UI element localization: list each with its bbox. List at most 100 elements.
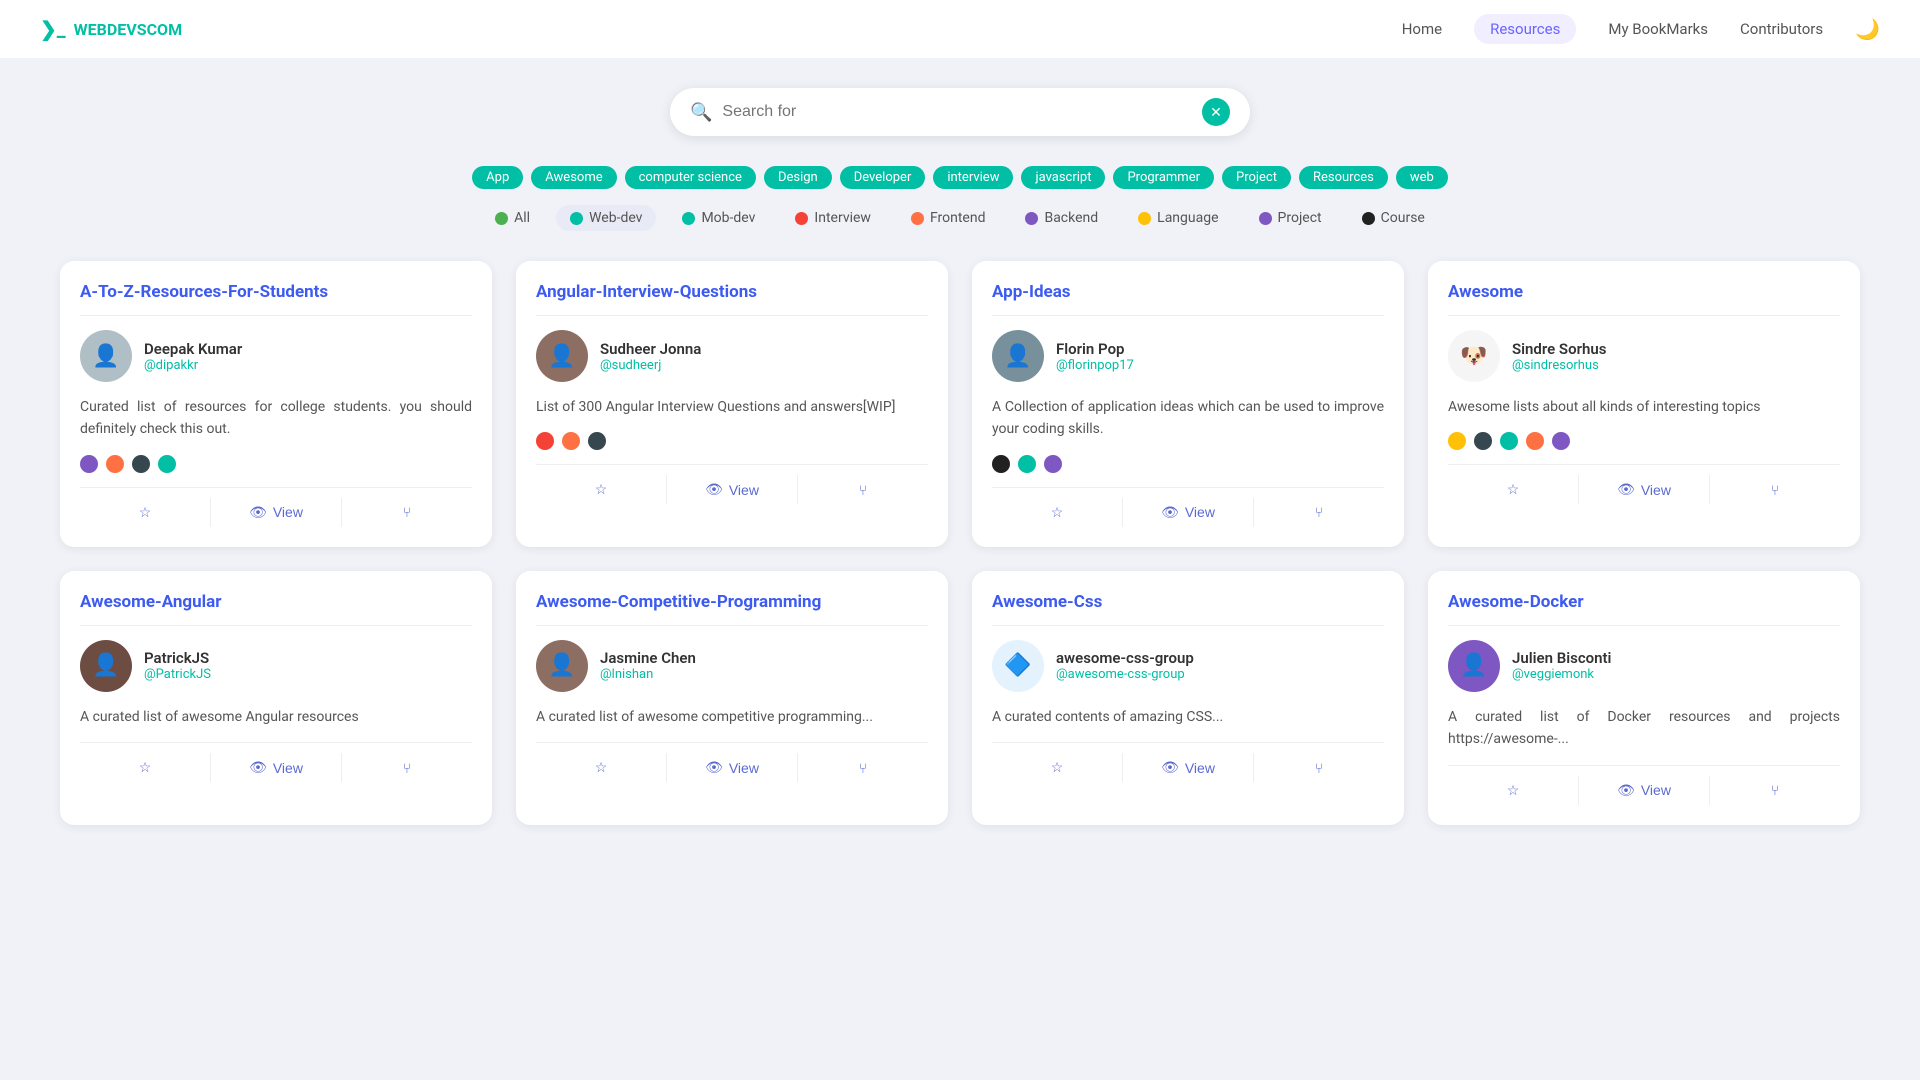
card-tags — [992, 455, 1384, 473]
category-filter-item[interactable]: Frontend — [897, 205, 1000, 231]
view-button[interactable]: 👁 View — [1578, 475, 1710, 504]
resource-card: Awesome-Docker👤Julien Bisconti@veggiemon… — [1428, 571, 1860, 825]
fork-button[interactable]: ⑂ — [342, 754, 472, 782]
nav-contributors[interactable]: Contributors — [1740, 20, 1823, 38]
star-button[interactable]: ☆ — [80, 753, 210, 782]
view-button[interactable]: 👁 View — [210, 498, 342, 527]
tag-color-dot — [1474, 432, 1492, 450]
star-button[interactable]: ☆ — [1448, 776, 1578, 805]
fork-button[interactable]: ⑂ — [1710, 776, 1840, 804]
card-actions: ☆👁 View⑂ — [992, 742, 1384, 782]
category-filter-item[interactable]: Web-dev — [556, 205, 656, 231]
view-label: View — [729, 482, 759, 498]
tag-chip[interactable]: computer science — [625, 166, 756, 189]
tag-color-dot — [106, 455, 124, 473]
view-button[interactable]: 👁 View — [1122, 753, 1254, 782]
tag-color-dot — [1526, 432, 1544, 450]
fork-button[interactable]: ⑂ — [1254, 754, 1384, 782]
card-description: A curated list of awesome Angular resour… — [80, 706, 472, 728]
tag-color-dot — [1448, 432, 1466, 450]
card-title: Awesome-Competitive-Programming — [536, 591, 928, 626]
author-info: awesome-css-group@awesome-css-group — [1056, 649, 1194, 682]
tag-chip[interactable]: Design — [764, 166, 832, 189]
category-label: Language — [1157, 210, 1218, 226]
view-icon: 👁 — [1617, 782, 1635, 799]
fork-button[interactable]: ⑂ — [798, 754, 928, 782]
view-label: View — [1185, 504, 1215, 520]
view-button[interactable]: 👁 View — [1122, 498, 1254, 527]
view-label: View — [273, 504, 303, 520]
card-description: A curated list of awesome competitive pr… — [536, 706, 928, 728]
fork-button[interactable]: ⑂ — [1710, 476, 1840, 504]
fork-button[interactable]: ⑂ — [798, 476, 928, 504]
card-title: Angular-Interview-Questions — [536, 281, 928, 316]
category-filter-item[interactable]: Backend — [1011, 205, 1112, 231]
category-filter-item[interactable]: All — [481, 205, 544, 231]
tag-chip[interactable]: App — [472, 166, 523, 189]
view-button[interactable]: 👁 View — [666, 475, 798, 504]
brand-name: WEBDEVSCOM — [74, 20, 182, 39]
search-input[interactable] — [722, 103, 1192, 121]
tag-chip[interactable]: interview — [933, 166, 1013, 189]
star-button[interactable]: ☆ — [1448, 475, 1578, 504]
star-button[interactable]: ☆ — [536, 475, 666, 504]
nav-resources[interactable]: Resources — [1474, 14, 1576, 44]
resource-card: A-To-Z-Resources-For-Students👤Deepak Kum… — [60, 261, 492, 547]
author-name: Sudheer Jonna — [600, 340, 701, 358]
fork-button[interactable]: ⑂ — [1254, 498, 1384, 526]
view-button[interactable]: 👁 View — [1578, 776, 1710, 805]
tag-chip[interactable]: javascript — [1021, 166, 1105, 189]
fork-button[interactable]: ⑂ — [342, 498, 472, 526]
resource-card: Awesome-Competitive-Programming 👤 Jasmine … — [516, 571, 948, 825]
card-actions: ☆👁 View⑂ — [80, 487, 472, 527]
author-name: Deepak Kumar — [144, 340, 242, 358]
author-info: Deepak Kumar@dipakkr — [144, 340, 242, 373]
resource-card: Awesome🐶Sindre Sorhus@sindresorhusAwesom… — [1428, 261, 1860, 547]
star-button[interactable]: ☆ — [536, 753, 666, 782]
search-clear-button[interactable]: ✕ — [1202, 98, 1230, 126]
tag-chip[interactable]: Awesome — [531, 166, 616, 189]
avatar: 🐶 — [1448, 330, 1500, 382]
category-label: Course — [1381, 210, 1425, 226]
author-handle: @sudheerj — [600, 358, 701, 373]
category-filter-item[interactable]: Language — [1124, 205, 1232, 231]
category-filter-item[interactable]: Interview — [781, 205, 885, 231]
card-actions: ☆👁 View⑂ — [536, 464, 928, 504]
card-title: Awesome-Angular — [80, 591, 472, 626]
avatar: 👤 — [992, 330, 1044, 382]
category-label: Web-dev — [589, 210, 642, 226]
tag-chip[interactable]: Project — [1222, 166, 1291, 189]
card-tags — [80, 455, 472, 473]
view-button[interactable]: 👁 View — [210, 753, 342, 782]
tag-color-dot — [1044, 455, 1062, 473]
star-button[interactable]: ☆ — [992, 753, 1122, 782]
author-handle: @PatrickJS — [144, 667, 211, 682]
cards-grid: A-To-Z-Resources-For-Students👤Deepak Kum… — [0, 251, 1920, 865]
view-icon: 👁 — [1617, 481, 1635, 498]
tag-chip[interactable]: web — [1396, 166, 1448, 189]
author-name: Sindre Sorhus — [1512, 340, 1606, 358]
nav-bookmarks[interactable]: My BookMarks — [1608, 20, 1708, 38]
view-button[interactable]: 👁 View — [666, 753, 798, 782]
category-label: Frontend — [930, 210, 986, 226]
tag-color-dot — [80, 455, 98, 473]
search-area: 🔍 ✕ — [0, 58, 1920, 152]
tag-chip[interactable]: Developer — [840, 166, 926, 189]
card-title: App-Ideas — [992, 281, 1384, 316]
nav-home[interactable]: Home — [1402, 20, 1442, 38]
tag-chip[interactable]: Resources — [1299, 166, 1388, 189]
star-button[interactable]: ☆ — [992, 498, 1122, 527]
author-name: Jasmine Chen — [600, 649, 696, 667]
category-filter-item[interactable]: Mob-dev — [668, 205, 769, 231]
star-button[interactable]: ☆ — [80, 498, 210, 527]
logo[interactable]: ❯_ WEBDEVSCOM — [40, 17, 182, 41]
category-filters: All Web-dev Mob-dev Interview Frontend Backen… — [0, 195, 1920, 251]
category-filter-item[interactable]: Project — [1245, 205, 1336, 231]
navbar: ❯_ WEBDEVSCOM Home Resources My BookMark… — [0, 0, 1920, 58]
dark-mode-icon[interactable]: 🌙 — [1855, 17, 1880, 41]
card-description: Curated list of resources for college st… — [80, 396, 472, 441]
avatar: 👤 — [536, 640, 588, 692]
tag-chip[interactable]: Programmer — [1113, 166, 1214, 189]
search-bar: 🔍 ✕ — [670, 88, 1250, 136]
category-filter-item[interactable]: Course — [1348, 205, 1439, 231]
